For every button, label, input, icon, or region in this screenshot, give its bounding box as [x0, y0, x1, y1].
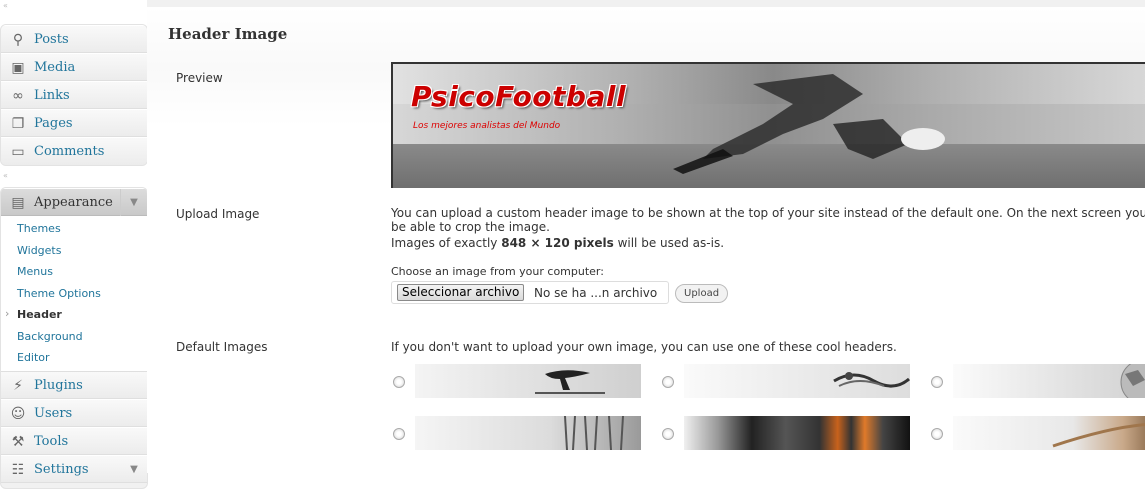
menu-label: Settings — [34, 461, 89, 477]
default-header-radio[interactable] — [393, 428, 405, 440]
globe-graphic — [1120, 364, 1145, 398]
admin-header-strip — [147, 0, 1145, 7]
media-icon: ▣ — [11, 60, 25, 76]
upload-description-line2: be able to crop the image. — [391, 220, 550, 234]
menu-label: Plugins — [34, 377, 83, 393]
pushpin-icon: ⚲ — [12, 32, 24, 48]
upload-image-label: Upload Image — [176, 207, 260, 221]
collapse-arrow-icon[interactable]: « — [3, 2, 8, 10]
size-note-dimensions: 848 × 120 pixels — [501, 236, 614, 250]
menu-item-comments[interactable]: ▭ Comments — [1, 137, 147, 165]
file-status-text: No se ha ...n archivo — [534, 286, 658, 300]
default-images-intro: If you don't want to upload your own ima… — [391, 340, 897, 354]
users-icon: ☺ — [10, 405, 26, 422]
menu-item-links[interactable]: ∞ Links — [1, 81, 147, 109]
menu-item-appearance[interactable]: ▤ Appearance ▼ — [1, 188, 147, 216]
link-icon: ∞ — [12, 88, 24, 104]
menu-item-plugins[interactable]: ⚡ Plugins — [1, 370, 147, 399]
banner-player-graphic — [673, 74, 945, 174]
menu-item-media[interactable]: ▣ Media — [1, 53, 147, 81]
floral-graphic — [833, 372, 910, 388]
page-title: Header Image — [168, 25, 288, 43]
menu-label: Posts — [34, 32, 69, 47]
submenu-item-background[interactable]: Background — [1, 326, 147, 348]
admin-sidebar: « ⚲ Posts ▣ Media ∞ Links ❐ Pages ▭ Comm… — [0, 0, 148, 489]
default-images-label: Default Images — [176, 340, 268, 354]
submenu-item-theme-options[interactable]: Theme Options — [1, 283, 147, 305]
chevron-down-icon[interactable]: ▼ — [121, 456, 147, 483]
default-header-thumb-bonsai[interactable] — [415, 364, 641, 398]
file-picker[interactable]: Seleccionar archivo No se ha ...n archiv… — [391, 281, 669, 304]
menu-item-posts[interactable]: ⚲ Posts — [1, 25, 147, 53]
menu-label: Users — [34, 405, 73, 421]
submenu-item-widgets[interactable]: Widgets — [1, 240, 147, 262]
menu-item-pages[interactable]: ❐ Pages — [1, 109, 147, 137]
default-header-radio[interactable] — [931, 428, 943, 440]
default-header-radio[interactable] — [931, 376, 943, 388]
plugin-icon: ⚡ — [13, 377, 23, 394]
upload-size-note: Images of exactly 848 × 120 pixels will … — [391, 237, 1145, 250]
appearance-icon: ▤ — [11, 195, 25, 211]
default-header-thumb-bamboo[interactable] — [415, 416, 641, 450]
menu-label: Comments — [34, 144, 105, 159]
tools-icon: ⚒ — [11, 433, 25, 450]
default-header-radio[interactable] — [662, 376, 674, 388]
settings-icon: ☷ — [11, 461, 25, 478]
submenu-item-menus[interactable]: Menus — [1, 261, 147, 283]
menu-label: Appearance — [34, 195, 113, 210]
menu-item-settings[interactable]: ☷ Settings ▼ — [1, 454, 147, 483]
chevron-down-icon[interactable]: ▼ — [120, 189, 147, 216]
menu-item-tools[interactable]: ⚒ Tools — [1, 426, 147, 455]
size-note-prefix: Images of exactly — [391, 236, 502, 250]
separator-arrow-icon: « — [3, 171, 8, 180]
menu-group-admin: ▤ Appearance ▼ Themes Widgets Menus Them… — [0, 187, 148, 489]
main-content: Header Image Preview PsicoFootball Los m… — [147, 0, 1145, 473]
comment-icon: ▭ — [11, 144, 25, 160]
default-header-thumb-globe[interactable] — [953, 364, 1145, 398]
appearance-submenu: Themes Widgets Menus Theme Options Heade… — [1, 216, 147, 371]
default-header-radio[interactable] — [393, 376, 405, 388]
swoosh-graphic — [1052, 423, 1145, 448]
submenu-item-editor[interactable]: Editor — [1, 347, 147, 369]
banner-title: PsicoFootball — [411, 80, 627, 113]
bonsai-graphic — [535, 370, 605, 394]
menu-label: Links — [34, 88, 70, 103]
default-header-thumb-swoosh[interactable] — [953, 416, 1145, 450]
preview-label: Preview — [176, 71, 223, 85]
default-header-thumb-stripes[interactable] — [684, 416, 910, 450]
upload-button[interactable]: Upload — [675, 284, 729, 303]
submenu-item-themes[interactable]: Themes — [1, 218, 147, 240]
submenu-item-header[interactable]: Header — [1, 303, 147, 326]
select-file-button[interactable]: Seleccionar archivo — [397, 284, 525, 301]
menu-group-content: ⚲ Posts ▣ Media ∞ Links ❐ Pages ▭ Commen… — [0, 24, 148, 166]
menu-label: Media — [34, 60, 76, 75]
bamboo-graphic — [564, 416, 624, 450]
header-preview-image: PsicoFootball Los mejores analistas del … — [391, 62, 1145, 188]
upload-description-line1: You can upload a custom header image to … — [391, 206, 1145, 220]
default-header-radio[interactable] — [662, 428, 674, 440]
menu-item-users[interactable]: ☺ Users — [1, 398, 147, 427]
default-header-thumb-floral[interactable] — [684, 364, 910, 398]
menu-label: Tools — [34, 433, 69, 449]
menu-label: Pages — [34, 116, 73, 131]
choose-image-label: Choose an image from your computer: — [391, 265, 604, 278]
size-note-suffix: will be used as-is. — [613, 236, 725, 250]
pages-icon: ❐ — [11, 116, 25, 132]
banner-subtitle: Los mejores analistas del Mundo — [413, 121, 561, 131]
